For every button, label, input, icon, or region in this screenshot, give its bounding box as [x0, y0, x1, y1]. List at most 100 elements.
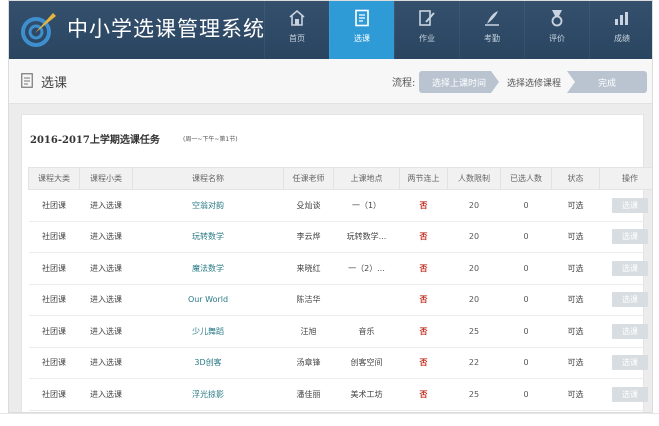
select-course-button[interactable]: 选课 [612, 355, 648, 371]
cell-action: 选课 [599, 315, 652, 348]
cell-selected: 0 [500, 347, 552, 379]
cell-action: 选课 [599, 347, 652, 379]
table-row: 社团课 进入选课 空翁对韵 殳灿谈 一（1） 否 20 0 可选 选课 [28, 189, 652, 222]
cell-subcategory: 进入选课 [79, 315, 133, 348]
table-row: 社团课 进入选课 魔法数学 来晓红 一（2）... 否 20 0 可选 选课 [28, 252, 652, 285]
col-header-teacher[interactable]: 任课老师 [283, 167, 334, 190]
col-header-status[interactable]: 状态 [551, 167, 600, 190]
nav-evaluation[interactable]: 评价 [524, 1, 589, 59]
flow-step-finish[interactable]: 完成 [567, 71, 647, 93]
cell-teacher: 汤章锋 [283, 347, 334, 379]
table-body: 社团课 进入选课 空翁对韵 殳灿谈 一（1） 否 20 0 可选 选课 社团课 … [28, 189, 652, 411]
cell-status: 可选 [551, 252, 600, 285]
col-header-limit[interactable]: 人数限制 [447, 167, 501, 190]
cell-status: 可选 [551, 378, 600, 411]
table-row: 社团课 进入选课 浮光掠影 潘佳丽 美术工坊 否 25 0 可选 选课 [28, 378, 652, 411]
select-course-button[interactable]: 选课 [612, 197, 648, 213]
col-header-subcategory[interactable]: 课程小类 [79, 167, 133, 190]
col-header-course[interactable]: 课程名称 [132, 167, 284, 190]
cell-teacher: 潘佳丽 [283, 378, 334, 411]
cell-limit: 20 [447, 221, 501, 253]
cell-limit: 22 [447, 347, 501, 379]
flow-step-select-course[interactable]: 选择选修课程 [493, 71, 575, 93]
table-row: 社团课 进入选课 少儿舞蹈 汪旭 音乐 否 25 0 可选 选课 [28, 315, 652, 348]
cell-action: 选课 [599, 284, 652, 316]
select-course-button[interactable]: 选课 [612, 323, 648, 339]
cell-category: 社团课 [28, 252, 80, 285]
cell-subcategory: 进入选课 [79, 221, 133, 253]
nav-attendance-label: 考勤 [484, 34, 500, 43]
cell-course-link[interactable]: 玩转数学 [132, 221, 284, 253]
flow-step-select-time[interactable]: 选择上课时间 [419, 71, 499, 93]
cell-selected: 0 [500, 284, 552, 316]
cell-location: 一（1） [333, 189, 400, 222]
cell-course-link[interactable]: 少儿舞蹈 [132, 315, 284, 348]
term-title: 2016-2017上学期选课任务 [30, 135, 160, 146]
nav-course-select-label: 选课 [354, 34, 370, 43]
home-icon [289, 9, 305, 26]
cell-double: 否 [399, 189, 448, 222]
cell-category: 社团课 [28, 378, 80, 411]
cell-category: 社团课 [28, 315, 80, 348]
cell-selected: 0 [500, 221, 552, 253]
app-title: 中小学选课管理系统 [67, 17, 265, 41]
nav-homework[interactable]: 作业 [394, 1, 459, 59]
nav-course-select[interactable]: 选课 [329, 1, 394, 59]
select-course-button[interactable]: 选课 [612, 386, 648, 402]
page-title: 选课 [41, 76, 68, 91]
pencil-paper-icon [419, 10, 435, 26]
col-header-location[interactable]: 上课地点 [333, 167, 400, 190]
cell-action: 选课 [599, 189, 652, 222]
page-footer-strip [0, 413, 659, 426]
select-course-button[interactable]: 选课 [612, 229, 648, 245]
table-row: 社团课 进入选课 玩转数学 李云烨 玩转数学... 否 20 0 可选 选课 [28, 221, 652, 253]
col-header-double[interactable]: 两节连上 [399, 167, 448, 190]
cell-double: 否 [399, 378, 448, 411]
nav-evaluation-label: 评价 [549, 34, 565, 43]
col-header-selected[interactable]: 已选人数 [500, 167, 552, 190]
select-course-button[interactable]: 选课 [612, 260, 648, 276]
cell-course-link[interactable]: 3D创客 [132, 347, 284, 379]
cell-limit: 20 [447, 252, 501, 285]
cell-limit: 20 [447, 284, 501, 316]
cell-double: 否 [399, 221, 448, 253]
cell-subcategory: 进入选课 [79, 284, 133, 316]
cell-location: 美术工坊 [333, 378, 400, 411]
cell-course-link[interactable]: 魔法数学 [132, 252, 284, 285]
cell-subcategory: 进入选课 [79, 378, 133, 411]
nav-attendance[interactable]: 考勤 [459, 1, 524, 59]
cell-double: 否 [399, 252, 448, 285]
cell-subcategory: 进入选课 [79, 189, 133, 222]
table-row: 社团课 进入选课 3D创客 汤章锋 创客空间 否 22 0 可选 选课 [28, 347, 652, 379]
quill-icon [485, 11, 499, 26]
cell-category: 社团课 [28, 284, 80, 316]
cell-subcategory: 进入选课 [79, 347, 133, 379]
flow-label: 流程: [392, 78, 416, 89]
app-logo-icon [21, 13, 56, 47]
cell-location: 玩转数学... [333, 221, 400, 253]
cell-status: 可选 [551, 284, 600, 316]
nav-grades-label: 成绩 [614, 34, 630, 43]
nav-grades[interactable]: 成绩 [589, 1, 652, 59]
term-subtitle: (周一~下午~第1节) [183, 136, 238, 143]
cell-selected: 0 [500, 189, 552, 222]
cell-action: 选课 [599, 378, 652, 411]
cell-status: 可选 [551, 347, 600, 379]
main-nav: 首页 选课 作业 考勤 评价 成绩 [264, 1, 652, 59]
cell-category: 社团课 [28, 189, 80, 222]
cell-teacher: 汪旭 [283, 315, 334, 348]
table-row: 社团课 进入选课 Our World 陈洁华 否 20 0 可选 选课 [28, 284, 652, 316]
cell-teacher: 殳灿谈 [283, 189, 334, 222]
cell-subcategory: 进入选课 [79, 252, 133, 285]
cell-course-link[interactable]: 空翁对韵 [132, 189, 284, 222]
cell-course-link[interactable]: 浮光掠影 [132, 378, 284, 411]
col-header-category[interactable]: 课程大类 [28, 167, 80, 190]
top-header: 中小学选课管理系统 首页 选课 作业 考勤 评价 成绩 [9, 1, 652, 59]
col-header-action[interactable]: 操作 [599, 167, 652, 190]
cell-course-link[interactable]: Our World [132, 284, 284, 316]
nav-home[interactable]: 首页 [264, 1, 329, 59]
cell-location: 创客空间 [333, 347, 400, 379]
document-icon [355, 9, 369, 27]
cell-double: 否 [399, 284, 448, 316]
select-course-button[interactable]: 选课 [612, 292, 648, 308]
